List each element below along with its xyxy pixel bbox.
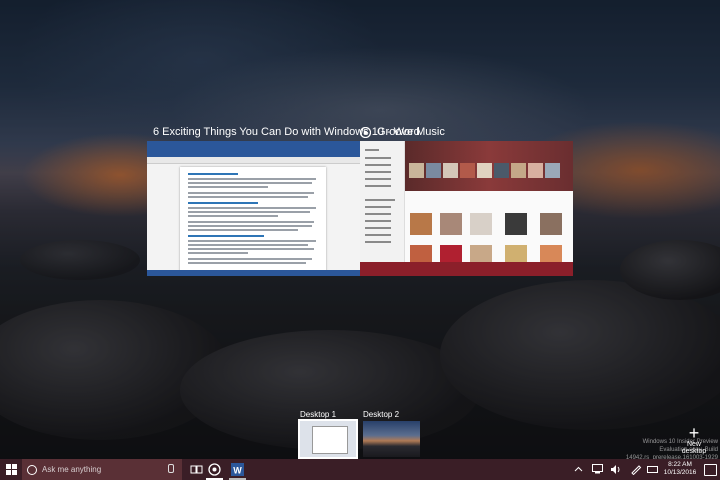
pen-icon[interactable] — [630, 464, 642, 475]
search-placeholder: Ask me anything — [42, 465, 102, 474]
network-icon[interactable] — [592, 464, 603, 474]
word-ribbon — [147, 141, 360, 157]
volume-icon[interactable] — [610, 464, 621, 475]
groove-player-bar — [360, 262, 573, 276]
desktop-thumbnail-2[interactable] — [363, 421, 420, 457]
task-view-window-word[interactable]: W 6 Exciting Things You Can Do with Wind… — [147, 123, 420, 276]
document-page — [180, 167, 326, 276]
groove-music-icon — [360, 126, 371, 138]
window-title-bar: W 6 Exciting Things You Can Do with Wind… — [147, 123, 420, 141]
search-box[interactable]: Ask me anything — [22, 459, 182, 480]
keyboard-icon[interactable] — [647, 464, 658, 475]
task-view-icon[interactable] — [190, 463, 203, 476]
groove-music-icon[interactable] — [208, 463, 221, 476]
window-title-bar: Groove Music — [360, 123, 573, 141]
task-view-window-groove[interactable]: Groove Music — [360, 123, 573, 276]
word-status-bar — [147, 270, 360, 276]
desktop-thumbnail-1[interactable] — [298, 419, 358, 459]
desktop-label: Desktop 2 — [363, 410, 400, 419]
action-center-icon[interactable] — [704, 464, 717, 476]
desktop-thumbnail-window — [312, 426, 348, 454]
taskbar: Ask me anything W 8:22 AM 10/13/2016 — [0, 459, 720, 480]
groove-window-preview — [360, 141, 573, 276]
clock-time: 8:22 AM — [668, 461, 692, 468]
word-toolbar — [147, 157, 360, 164]
windows-logo-icon — [5, 464, 17, 475]
desktop-label: Desktop 1 — [300, 410, 337, 419]
cortana-icon — [27, 464, 37, 475]
system-clock[interactable]: 8:22 AM 10/13/2016 — [660, 461, 700, 477]
word-window-preview — [147, 141, 360, 276]
chevron-up-icon[interactable] — [574, 465, 583, 474]
groove-collection-header — [405, 141, 573, 191]
window-title: Groove Music — [377, 126, 445, 138]
start-button[interactable] — [0, 459, 22, 480]
word-icon[interactable]: W — [231, 463, 244, 476]
groove-sidebar — [360, 141, 405, 276]
clock-date: 10/13/2016 — [663, 469, 697, 476]
microphone-icon[interactable] — [168, 464, 174, 473]
svg-text:W: W — [233, 466, 242, 476]
